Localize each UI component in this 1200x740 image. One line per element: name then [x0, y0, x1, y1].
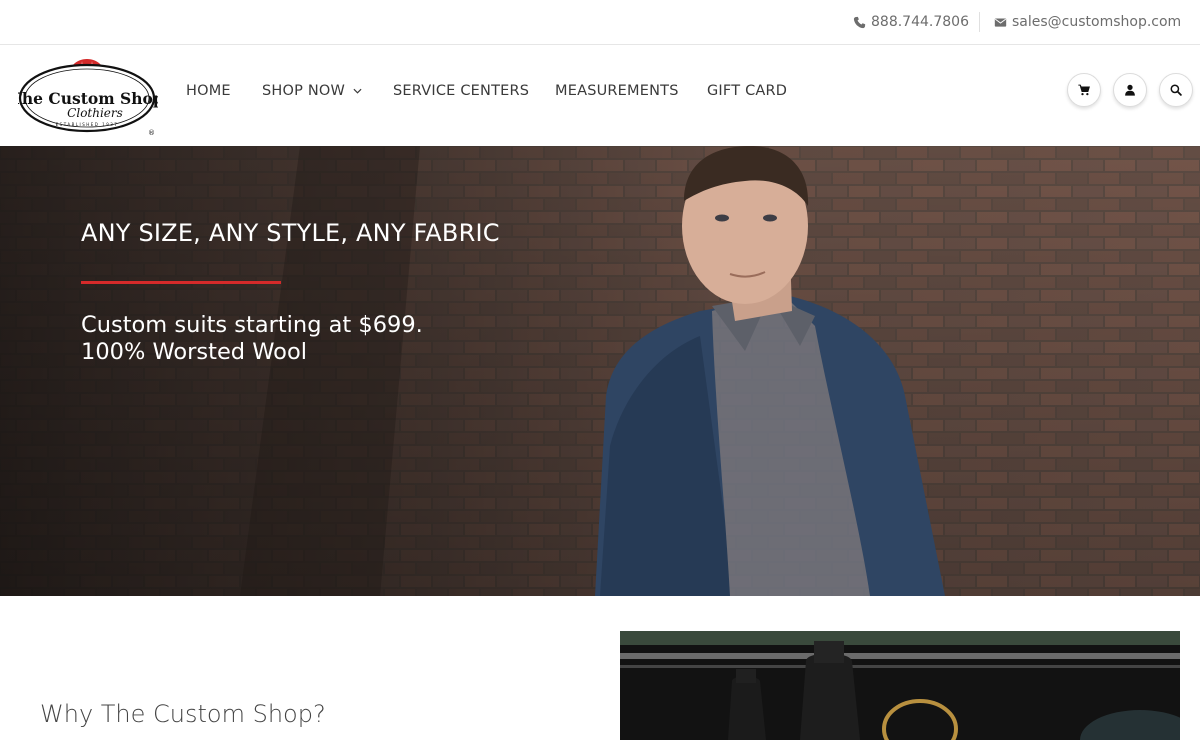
svg-text:ESTABLISHED 1937: ESTABLISHED 1937	[56, 122, 119, 127]
nav-home[interactable]: HOME	[186, 83, 231, 99]
chevron-down-icon	[353, 88, 362, 94]
hero-subtitle-line1: Custom suits starting at $699.	[81, 312, 423, 338]
topbar-divider	[979, 12, 980, 32]
svg-text:®: ®	[148, 129, 155, 135]
custom-shop-logo: The Custom Shop Clothiers ESTABLISHED 19…	[10, 59, 164, 137]
nav-service-centers[interactable]: SERVICE CENTERS	[393, 83, 529, 99]
user-icon	[1125, 84, 1135, 96]
nav-label: SHOP NOW	[262, 83, 346, 99]
cart-icon	[1078, 84, 1090, 96]
envelope-icon	[994, 17, 1007, 27]
top-bar: 888.744.7806 sales@customshop.com	[0, 0, 1200, 45]
hero-headline: ANY SIZE, ANY STYLE, ANY FABRIC	[81, 219, 500, 247]
nav-label: HOME	[186, 83, 231, 99]
phone-number: 888.744.7806	[871, 14, 969, 30]
account-button[interactable]	[1113, 73, 1147, 107]
svg-text:Clothiers: Clothiers	[67, 106, 123, 120]
hero-image	[0, 146, 1200, 596]
nav-label: GIFT CARD	[707, 83, 788, 99]
email-link[interactable]: sales@customshop.com	[994, 0, 1181, 44]
search-icon	[1170, 84, 1182, 96]
thread-spools-image	[620, 631, 1180, 740]
phone-link[interactable]: 888.744.7806	[853, 0, 969, 44]
nav-label: SERVICE CENTERS	[393, 83, 530, 99]
nav-measurements[interactable]: MEASUREMENTS	[555, 83, 679, 99]
hero-divider	[81, 281, 281, 284]
nav-label: MEASUREMENTS	[555, 83, 679, 99]
cart-button[interactable]	[1067, 73, 1101, 107]
hero-subtitle: Custom suits starting at $699. 100% Wors…	[81, 312, 423, 366]
hero-banner[interactable]: ANY SIZE, ANY STYLE, ANY FABRIC Custom s…	[0, 146, 1200, 596]
phone-icon	[853, 16, 866, 28]
tailoring-photo	[620, 631, 1180, 740]
site-header: The Custom Shop Clothiers ESTABLISHED 19…	[0, 45, 1200, 146]
search-button[interactable]	[1159, 73, 1193, 107]
email-address: sales@customshop.com	[1012, 14, 1182, 30]
hero-subtitle-line2: 100% Worsted Wool	[81, 339, 307, 365]
site-logo[interactable]: The Custom Shop Clothiers ESTABLISHED 19…	[10, 57, 164, 137]
section-title: Why The Custom Shop?	[40, 700, 326, 728]
nav-gift-card[interactable]: GIFT CARD	[707, 83, 787, 99]
nav-shop-now[interactable]: SHOP NOW	[262, 83, 362, 99]
